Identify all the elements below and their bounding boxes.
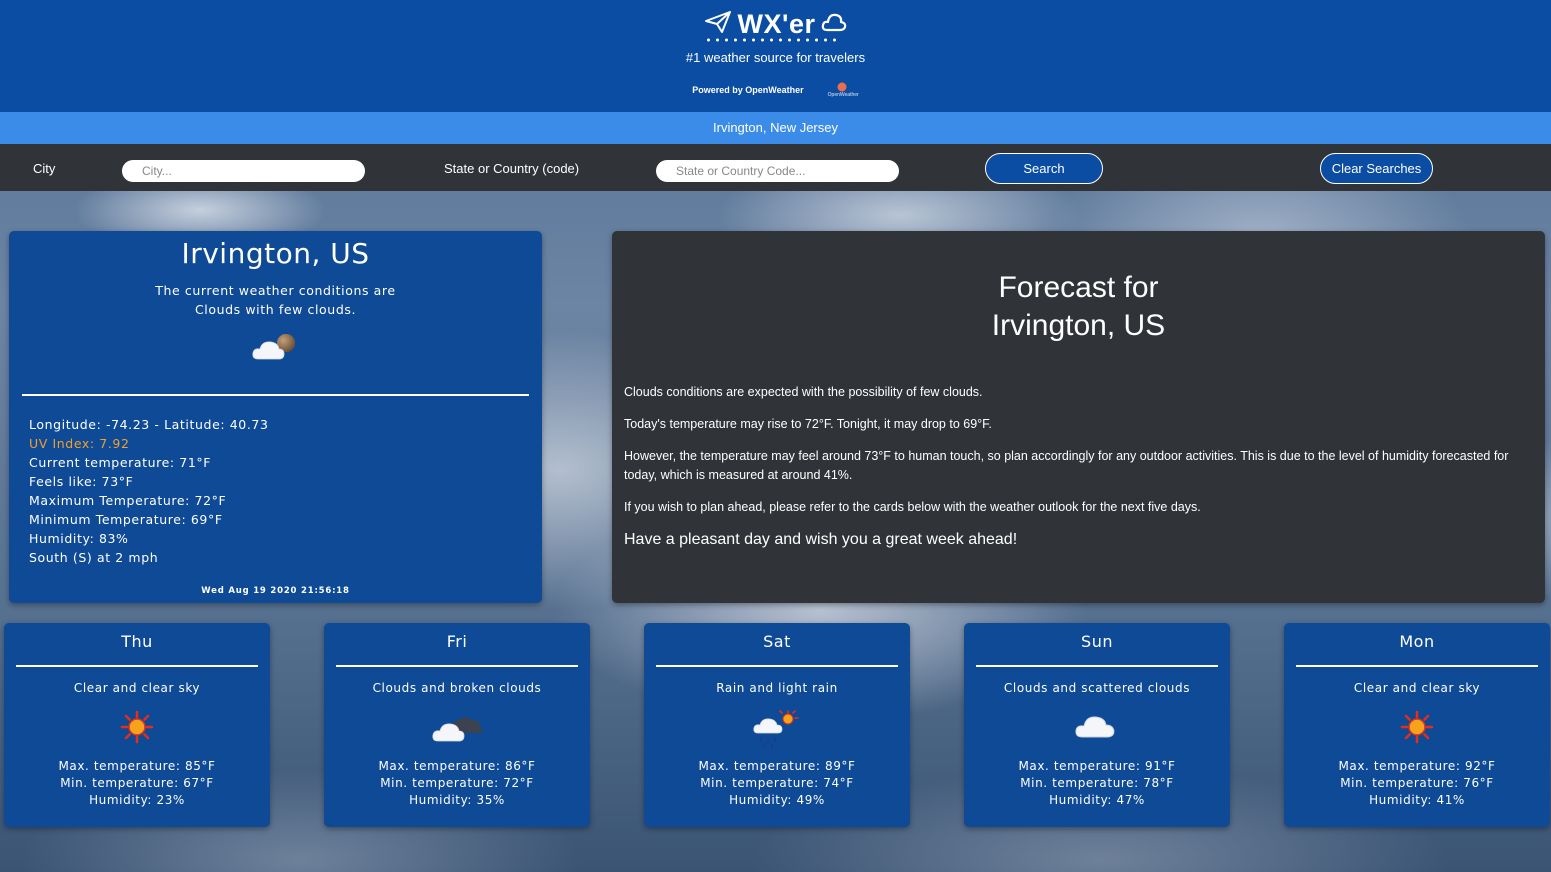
current-city: Irvington, US [181,237,370,270]
coordinates: Longitude: -74.23 - Latitude: 40.73 [29,417,269,432]
day-min-temperature: Min. temperature: 67°F [60,776,214,790]
search-button[interactable]: Search [985,153,1103,184]
cloud-outline-icon [821,10,847,39]
timestamp: Wed Aug 19 2020 21:56:18 [201,586,350,596]
forecast-paragraphs: Clouds conditions are expected with the … [624,383,1534,562]
divider [22,394,529,396]
current-details: Longitude: -74.23 - Latitude: 40.73 UV I… [29,415,269,567]
day-name: Sun [1081,632,1113,651]
location-bar: Irvington, New Jersey [0,112,1551,144]
day-min-temperature: Min. temperature: 72°F [380,776,534,790]
day-conditions: Clear and clear sky [73,681,201,695]
openweather-logo[interactable]: OpenWeather [828,82,859,98]
day-name: Thu [121,632,153,651]
max-temperature: Maximum Temperature: 72°F [29,493,227,508]
search-bar: City State or Country (code) Search Clea… [0,144,1551,191]
feels-like: Feels like: 73°F [29,474,134,489]
day-min-temperature: Min. temperature: 78°F [1020,776,1174,790]
day-values: Max. temperature: 89°F Min. temperature:… [644,758,910,809]
tagline: #1 weather source for travelers [685,50,866,65]
forecast-day-card: Thu Clear and clear sky Max. temperature… [4,623,270,827]
day-conditions: Rain and light rain [716,681,838,695]
day-max-temperature: Max. temperature: 86°F [378,759,536,773]
broken-clouds-icon [431,709,485,745]
day-name: Sat [763,632,791,651]
day-min-temperature: Min. temperature: 74°F [700,776,854,790]
day-max-temperature: Max. temperature: 91°F [1018,759,1176,773]
day-values: Max. temperature: 92°F Min. temperature:… [1284,758,1550,809]
day-values: Max. temperature: 85°F Min. temperature:… [4,758,270,809]
min-temperature: Minimum Temperature: 69°F [29,512,223,527]
day-conditions: Clouds and broken clouds [372,681,542,695]
day-name: Fri [446,632,468,651]
divider [976,665,1218,667]
sun-icon [117,709,157,745]
wind: South (S) at 2 mph [29,550,159,565]
forecast-paragraph: However, the temperature may feel around… [624,449,1509,482]
forecast-paragraph: If you wish to plan ahead, please refer … [624,500,1201,514]
clear-searches-button[interactable]: Clear Searches [1320,153,1433,184]
paper-plane-icon [704,10,732,39]
rain-icon [752,709,802,749]
day-values: Max. temperature: 86°F Min. temperature:… [324,758,590,809]
conditions-line-2: Clouds with few clouds. [194,302,357,317]
forecast-day-card: Sat Rain and light rain Max. temperature… [644,623,910,827]
forecast-day-card: Fri Clouds and broken clouds Max. temper… [324,623,590,827]
day-humidity: Humidity: 23% [89,793,185,807]
closing-message: Have a pleasant day and wish you a great… [624,531,1018,548]
forecast-summary-card: Forecast for Irvington, US Clouds condit… [612,231,1545,603]
forecast-paragraph: Clouds conditions are expected with the … [624,385,983,399]
day-max-temperature: Max. temperature: 85°F [58,759,216,773]
forecast-paragraph: Today's temperature may rise to 72°F. To… [624,417,992,431]
logo[interactable]: WX'er [0,6,1551,42]
day-humidity: Humidity: 47% [1049,793,1145,807]
forecast-day-card: Sun Clouds and scattered clouds Max. tem… [964,623,1230,827]
day-conditions: Clouds and scattered clouds [1003,681,1191,695]
day-values: Max. temperature: 91°F Min. temperature:… [964,758,1230,809]
day-humidity: Humidity: 49% [729,793,825,807]
sun-icon [1397,709,1437,745]
forecast-title: Forecast for Irvington, US [612,269,1545,345]
openweather-logo-text: OpenWeather [827,92,859,98]
divider [1296,665,1538,667]
current-weather-card: Irvington, US The current weather condit… [9,231,542,603]
divider [16,665,258,667]
scattered-clouds-icon [1074,709,1120,745]
state-label: State or Country (code) [444,161,580,176]
powered-by-text: Powered by OpenWeather [692,85,804,95]
openweather-icon [837,82,847,92]
site-header: WX'er #1 weather source for travelers Po… [0,0,1551,112]
day-max-temperature: Max. temperature: 92°F [1338,759,1496,773]
day-name: Mon [1399,632,1435,651]
city-label: City [33,161,56,176]
day-humidity: Humidity: 35% [409,793,505,807]
forecast-title-line-2: Irvington, US [991,309,1166,342]
forecast-day-card: Mon Clear and clear sky Max. temperature… [1284,623,1550,827]
humidity: Humidity: 83% [29,531,129,546]
forecast-title-line-1: Forecast for [998,271,1159,304]
divider [656,665,898,667]
current-conditions: The current weather conditions are Cloud… [9,281,542,319]
uv-index: UV Index: 7.92 [29,436,130,451]
current-temperature: Current temperature: 71°F [29,455,212,470]
few-clouds-icon [251,331,301,367]
conditions-line-1: The current weather conditions are [155,283,396,298]
day-min-temperature: Min. temperature: 76°F [1340,776,1494,790]
day-humidity: Humidity: 41% [1369,793,1465,807]
divider [336,665,578,667]
day-max-temperature: Max. temperature: 89°F [698,759,856,773]
powered-by-row: Powered by OpenWeather OpenWeather [0,82,1551,98]
day-conditions: Clear and clear sky [1353,681,1481,695]
logo-text: WX'er [737,8,816,39]
state-input[interactable] [656,160,899,182]
city-input[interactable] [122,160,365,182]
logo-dots [704,38,842,42]
